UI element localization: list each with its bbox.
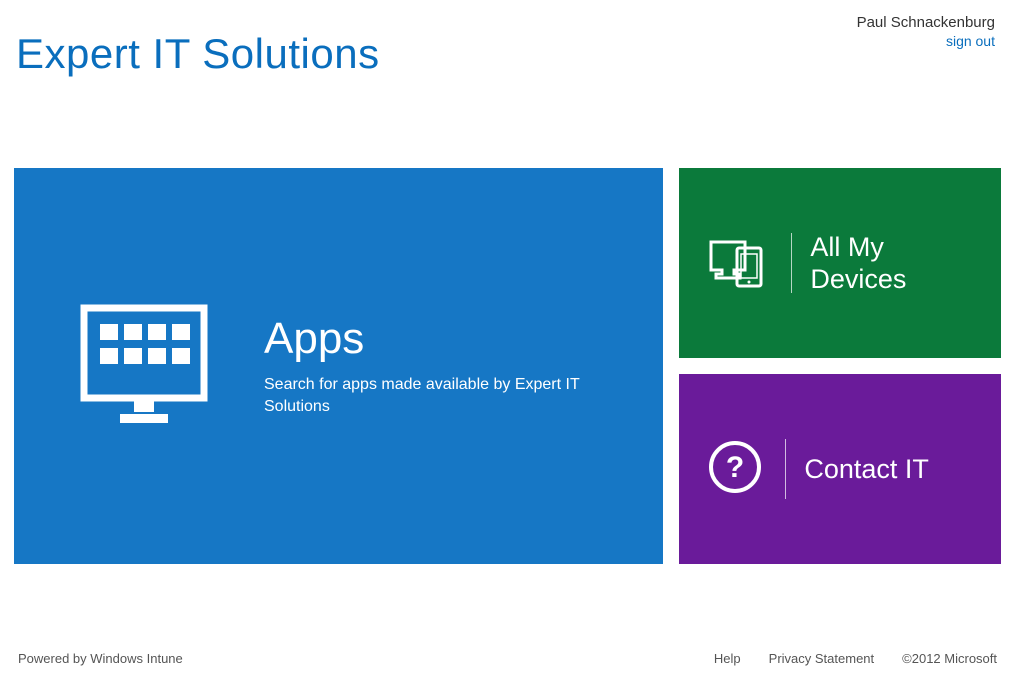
contact-tile[interactable]: ? Contact IT [679, 374, 1001, 564]
apps-tile-description: Search for apps made available by Expert… [264, 374, 584, 419]
apps-tile-title: Apps [264, 314, 623, 364]
devices-icon [707, 230, 769, 297]
privacy-link[interactable]: Privacy Statement [769, 651, 875, 666]
page-title: Expert IT Solutions [16, 30, 380, 78]
svg-text:?: ? [726, 451, 744, 484]
sign-out-link[interactable]: sign out [857, 33, 995, 49]
devices-tile[interactable]: All My Devices [679, 168, 1001, 358]
apps-tile[interactable]: Apps Search for apps made available by E… [14, 168, 663, 564]
divider [791, 233, 792, 293]
monitor-apps-icon [74, 294, 214, 439]
help-link[interactable]: Help [714, 651, 741, 666]
question-icon: ? [707, 439, 763, 500]
username-label: Paul Schnackenburg [857, 14, 995, 31]
divider [785, 439, 786, 499]
devices-tile-title: All My Devices [810, 231, 981, 296]
user-area: Paul Schnackenburg sign out [857, 10, 999, 49]
copyright-label: ©2012 Microsoft [902, 651, 997, 666]
powered-by-label: Powered by Windows Intune [18, 651, 183, 666]
contact-tile-title: Contact IT [804, 453, 981, 485]
